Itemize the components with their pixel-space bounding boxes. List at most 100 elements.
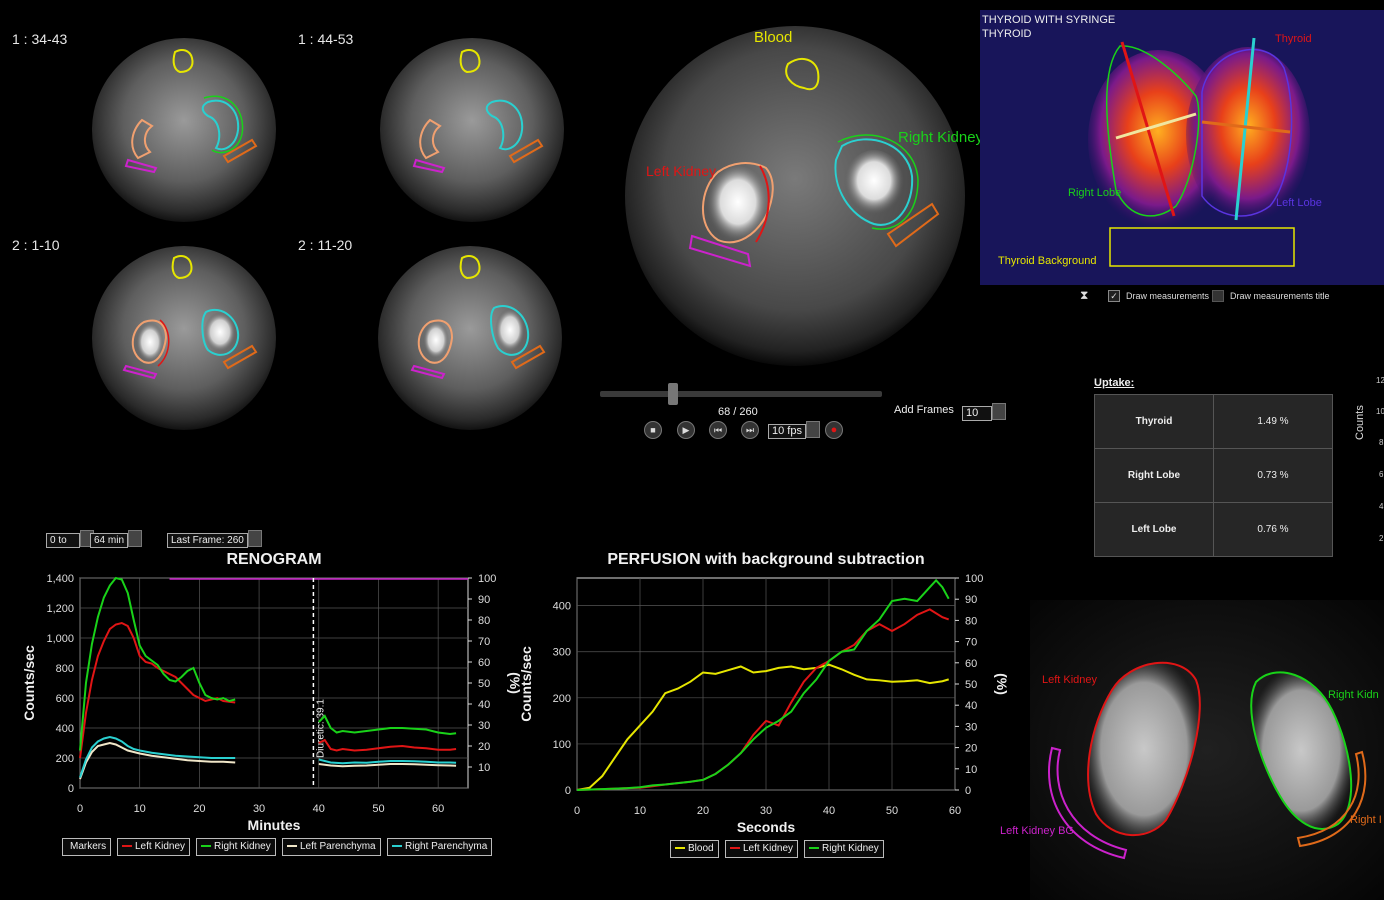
y-tick-label: 0 xyxy=(68,783,74,795)
y2-tick-label: 30 xyxy=(478,720,490,732)
legend-item[interactable]: Left Parenchyma xyxy=(282,838,381,856)
x-tick-label: 20 xyxy=(193,803,205,815)
y2-tick-label: 50 xyxy=(965,679,977,691)
kidney-scan-view[interactable] xyxy=(620,20,980,370)
draw-measurements-title-checkbox[interactable] xyxy=(1212,290,1224,302)
y-tick-label: 800 xyxy=(56,663,74,675)
legend-item[interactable]: Left Kidney xyxy=(725,840,799,858)
stop-button[interactable]: ■ xyxy=(644,421,662,439)
legend-item[interactable]: Blood xyxy=(670,840,719,858)
y2-tick-label: 30 xyxy=(965,721,977,733)
roi-label-left-kidney-closeup: Left Kidney xyxy=(1042,674,1098,686)
y2-tick-label: 70 xyxy=(965,637,977,649)
legend-swatch xyxy=(122,845,132,848)
x-tick-label: 10 xyxy=(134,803,146,815)
diuretic-annotation: Diuretic: 39.1 xyxy=(315,699,326,758)
thyroid-title-1: THYROID WITH SYRINGE xyxy=(982,14,1116,26)
add-frames-field[interactable]: 10 xyxy=(962,403,1006,421)
legend-label: Markers xyxy=(70,841,107,852)
record-button[interactable]: ● xyxy=(825,421,843,439)
roi-label-left-kidney: Left Kidney xyxy=(646,163,717,179)
counts-tick: 2 xyxy=(1379,534,1384,543)
y-axis-label: Counts/sec xyxy=(520,646,534,722)
renogram-svg[interactable]: RENOGRAM0 10 20 30 40 50 6002004006008001,0001… xyxy=(0,540,520,860)
y-tick-label: 400 xyxy=(553,601,571,613)
legend-item[interactable]: Right Kidney xyxy=(196,838,276,856)
y-tick-label: 1,400 xyxy=(46,573,74,585)
roi-label-left-lobe: Left Lobe xyxy=(1276,197,1322,209)
y2-tick-label: 20 xyxy=(965,743,977,755)
y2-tick-label: 80 xyxy=(478,615,490,627)
fps-spinner[interactable] xyxy=(805,421,820,438)
record-icon: ● xyxy=(830,424,838,436)
frame-label: 1 : 34-43 xyxy=(12,31,68,47)
frame-1[interactable] xyxy=(92,38,276,222)
add-frames-label: Add Frames xyxy=(894,404,954,416)
roi-label-thyroid-background: Thyroid Background xyxy=(998,255,1097,267)
roi-label-right-lobe: Right Lobe xyxy=(1068,187,1122,199)
legend-item[interactable]: Right Kidney xyxy=(804,840,884,858)
counts-tick: 10 xyxy=(1376,407,1384,416)
skip-back-icon: ⏮ xyxy=(713,425,723,435)
x-tick-label: 40 xyxy=(313,803,325,815)
perfusion-svg[interactable]: PERFUSION with background subtraction 0 10… xyxy=(520,540,1020,860)
skip-forward-button[interactable]: ⏭ xyxy=(741,421,759,439)
x-tick-label: 40 xyxy=(823,805,835,817)
y-tick-label: 400 xyxy=(56,723,74,735)
y2-tick-label: 60 xyxy=(478,657,490,669)
thyroid-title-2: THYROID xyxy=(982,28,1032,40)
y2-tick-label: 60 xyxy=(965,658,977,670)
legend-item[interactable]: Markers xyxy=(62,838,112,856)
thyroid-image[interactable] xyxy=(980,10,1384,285)
butterfly-icon[interactable]: ⧗ xyxy=(1080,288,1096,302)
skip-forward-icon: ⏭ xyxy=(745,425,755,435)
fps-field[interactable]: 10 fps xyxy=(768,421,820,439)
y-tick-label: 200 xyxy=(553,693,571,705)
y2-tick-label: 70 xyxy=(478,636,490,648)
roi-label-right-kidney: Right Kidney xyxy=(898,129,984,146)
x-tick-label: 60 xyxy=(949,805,961,817)
draw-measurements-checkbox[interactable]: ✓ xyxy=(1108,290,1120,302)
fps-value: 10 fps xyxy=(768,424,806,439)
counts-tick: 12 xyxy=(1376,376,1384,385)
x-tick-label: 50 xyxy=(886,805,898,817)
draw-measurements-label: Draw measurements xyxy=(1126,291,1210,301)
y2-tick-label: 90 xyxy=(478,594,490,606)
chart-title: RENOGRAM xyxy=(226,551,321,568)
uptake-name: Right Lobe xyxy=(1094,448,1214,503)
uptake-value: 0.76 % xyxy=(1213,502,1333,557)
legend-item[interactable]: Left Kidney xyxy=(117,838,191,856)
y2-tick-label: 80 xyxy=(965,615,977,627)
chart-title: PERFUSION with background subtraction xyxy=(607,551,924,568)
uptake-name: Thyroid xyxy=(1094,394,1214,449)
add-frames-value: 10 xyxy=(962,406,992,421)
roi-label-blood: Blood xyxy=(754,29,793,46)
stop-icon: ■ xyxy=(650,425,656,435)
add-frames-spinner[interactable] xyxy=(992,403,1006,420)
y2-axis-label: (%) xyxy=(994,673,1010,695)
frame-4[interactable] xyxy=(378,246,562,430)
y-tick-label: 1,200 xyxy=(46,603,74,615)
skip-back-button[interactable]: ⏮ xyxy=(709,421,727,439)
x-tick-label: 50 xyxy=(372,803,384,815)
y2-tick-label: 20 xyxy=(478,741,490,753)
frame-slider-thumb[interactable] xyxy=(668,383,679,405)
roi-label-left-kidney-bg: Left Kidney BG xyxy=(1000,825,1074,837)
legend-swatch xyxy=(201,845,211,848)
frame-3[interactable] xyxy=(92,246,276,430)
roi-label-right-bg: Right I xyxy=(1350,814,1382,826)
y2-tick-label: 40 xyxy=(965,700,977,712)
frame-slider-track[interactable] xyxy=(600,391,882,397)
frame-2[interactable] xyxy=(380,38,564,222)
play-button[interactable]: ▶ xyxy=(677,421,695,439)
x-tick-label: 0 xyxy=(574,805,580,817)
y-axis-label: Counts/sec xyxy=(21,645,37,721)
y-tick-label: 100 xyxy=(553,739,571,751)
y2-tick-label: 50 xyxy=(478,678,490,690)
kidney-closeup-image[interactable] xyxy=(1030,600,1384,900)
scintigraphy-frames[interactable] xyxy=(80,20,580,440)
legend-item[interactable]: Right Parenchyma xyxy=(387,838,493,856)
legend-label: Blood xyxy=(688,843,714,854)
legend-label: Right Kidney xyxy=(822,843,879,854)
draw-measurements-title-label: Draw measurements title xyxy=(1230,291,1330,301)
